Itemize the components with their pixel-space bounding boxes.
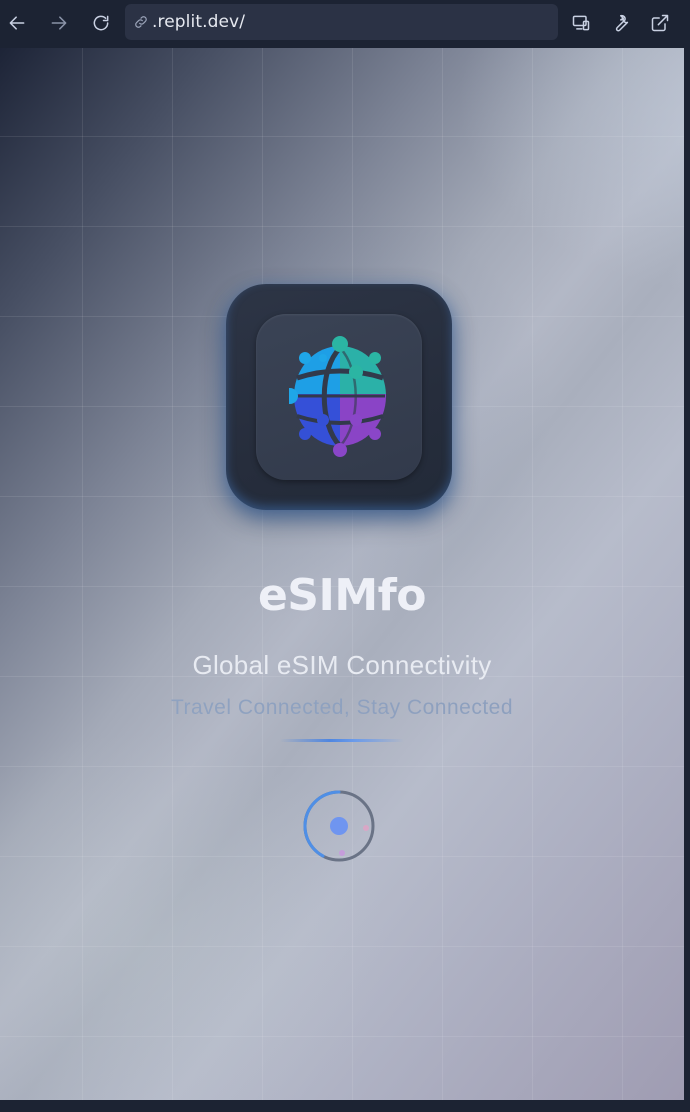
app-viewport: eSIMfo Global eSIM Connectivity Travel C…: [0, 48, 684, 1100]
app-tagline: Travel Connected, Stay Connected: [0, 696, 684, 720]
reload-icon: [93, 15, 109, 31]
app-subtitle: Global eSIM Connectivity: [192, 650, 492, 680]
devices-button[interactable]: [566, 8, 596, 38]
arrow-left-icon: [9, 16, 25, 30]
link-icon: [133, 14, 149, 30]
window-edge-right: [684, 46, 690, 1112]
url-text: .replit.dev/: [152, 12, 246, 32]
external-link-icon: [651, 14, 669, 32]
url-bar[interactable]: .replit.dev/: [125, 4, 558, 40]
loading-spinner-icon: [303, 790, 375, 862]
app-logo-inner: [256, 314, 422, 480]
browser-toolbar: .replit.dev/: [0, 0, 690, 46]
forward-button[interactable]: [44, 8, 74, 38]
devtools-button[interactable]: [606, 8, 636, 38]
globe-network-icon: [289, 336, 386, 457]
app-logo-tile: [226, 284, 452, 510]
accent-divider: [280, 739, 404, 742]
open-external-button[interactable]: [645, 8, 675, 38]
back-button[interactable]: [2, 8, 32, 38]
reload-button[interactable]: [86, 8, 116, 38]
window-edge-bottom: [0, 1100, 690, 1112]
devices-icon: [572, 15, 590, 31]
app-title: eSIMfo: [257, 570, 427, 621]
arrow-right-icon: [51, 16, 67, 30]
wrench-icon: [615, 14, 629, 32]
